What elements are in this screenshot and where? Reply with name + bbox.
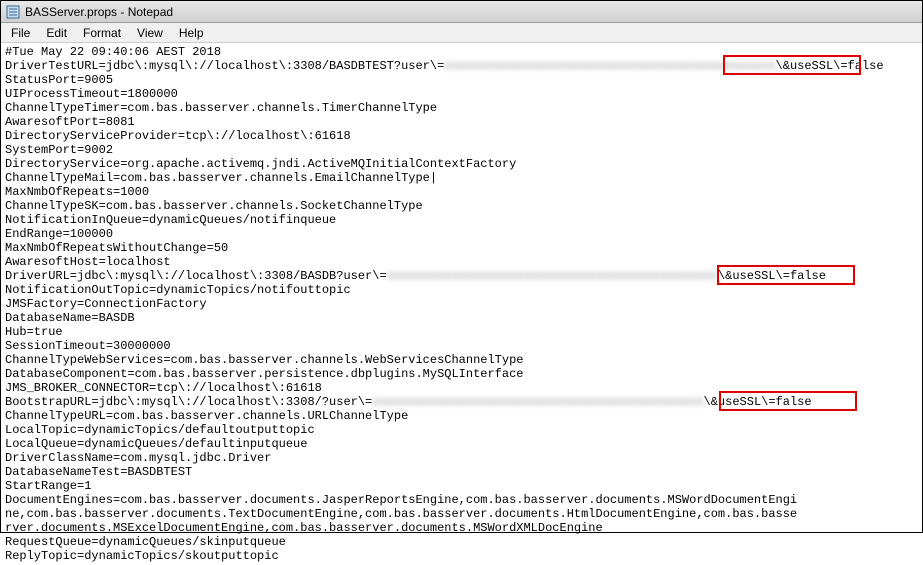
- editor-line: DatabaseName=BASDB: [5, 311, 918, 325]
- editor-line: JMSFactory=ConnectionFactory: [5, 297, 918, 311]
- editor-line: ChannelTypeURL=com.bas.basserver.channel…: [5, 409, 918, 423]
- menubar: File Edit Format View Help: [1, 23, 922, 43]
- editor-line: DirectoryServiceProvider=tcp\://localhos…: [5, 129, 918, 143]
- editor-line: Hub=true: [5, 325, 918, 339]
- editor-line: ChannelTypeSK=com.bas.basserver.channels…: [5, 199, 918, 213]
- editor-line: DirectoryService=org.apache.activemq.jnd…: [5, 157, 918, 171]
- editor-line: DriverURL=jdbc\:mysql\://localhost\:3308…: [5, 269, 918, 283]
- editor-line: NotificationInQueue=dynamicQueues/notifi…: [5, 213, 918, 227]
- editor-line: AwaresoftHost=localhost: [5, 255, 918, 269]
- editor-line: DatabaseNameTest=BASDBTEST: [5, 465, 918, 479]
- editor-line: ChannelTypeMail=com.bas.basserver.channe…: [5, 171, 918, 185]
- editor-line: SystemPort=9002: [5, 143, 918, 157]
- editor-line: LocalQueue=dynamicQueues/defaultinputque…: [5, 437, 918, 451]
- editor-line: DriverTestURL=jdbc\:mysql\://localhost\:…: [5, 59, 918, 73]
- editor-line: DriverClassName=com.mysql.jdbc.Driver: [5, 451, 918, 465]
- editor-line: RequestQueue=dynamicQueues/skinputqueue: [5, 535, 918, 549]
- text-editor[interactable]: #Tue May 22 09:40:06 AEST 2018DriverTest…: [1, 43, 922, 565]
- editor-line: DocumentEngines=com.bas.basserver.docume…: [5, 493, 918, 507]
- editor-line: AwaresoftPort=8081: [5, 115, 918, 129]
- menu-format[interactable]: Format: [75, 24, 129, 42]
- editor-line: NotificationOutTopic=dynamicTopics/notif…: [5, 283, 918, 297]
- editor-line: UIProcessTimeout=1800000: [5, 87, 918, 101]
- redacted-text: xxxxxxxxxxxxxxxxxxxxxxxxxxxxxxxxxxxxxxxx…: [387, 269, 718, 283]
- editor-line: BootstrapURL=jdbc\:mysql\://localhost\:3…: [5, 395, 918, 409]
- editor-line: MaxNmbOfRepeats=1000: [5, 185, 918, 199]
- menu-edit[interactable]: Edit: [38, 24, 75, 42]
- editor-line: MaxNmbOfRepeatsWithoutChange=50: [5, 241, 918, 255]
- editor-line: EndRange=100000: [5, 227, 918, 241]
- window-title: BASServer.props - Notepad: [25, 5, 173, 19]
- menu-file[interactable]: File: [3, 24, 38, 42]
- menu-help[interactable]: Help: [171, 24, 212, 42]
- editor-line: #Tue May 22 09:40:06 AEST 2018: [5, 45, 918, 59]
- editor-line: ChannelTypeTimer=com.bas.basserver.chann…: [5, 101, 918, 115]
- editor-line: LocalTopic=dynamicTopics/defaultoutputto…: [5, 423, 918, 437]
- titlebar: BASServer.props - Notepad: [1, 1, 922, 23]
- editor-line: SessionTimeout=30000000: [5, 339, 918, 353]
- redacted-text: xxxxxxxxxxxxxxxxxxxxxxxxxxxxxxxxxxxxxxxx…: [372, 395, 703, 409]
- editor-line: ReplyTopic=dynamicTopics/skoutputtopic: [5, 549, 918, 563]
- editor-line: JMS_BROKER_CONNECTOR=tcp\://localhost\:6…: [5, 381, 918, 395]
- editor-line: StartRange=1: [5, 479, 918, 493]
- redacted-text: xxxxxxxxxxxxxxxxxxxxxxxxxxxxxxxxxxxxxxxx…: [444, 59, 775, 73]
- editor-line: StatusPort=9005: [5, 73, 918, 87]
- editor-line: ChannelTypeWebServices=com.bas.basserver…: [5, 353, 918, 367]
- editor-line: ne,com.bas.basserver.documents.TextDocum…: [5, 507, 918, 521]
- text-caret: |: [430, 171, 437, 185]
- editor-line: DatabaseComponent=com.bas.basserver.pers…: [5, 367, 918, 381]
- menu-view[interactable]: View: [129, 24, 171, 42]
- notepad-icon: [5, 4, 21, 20]
